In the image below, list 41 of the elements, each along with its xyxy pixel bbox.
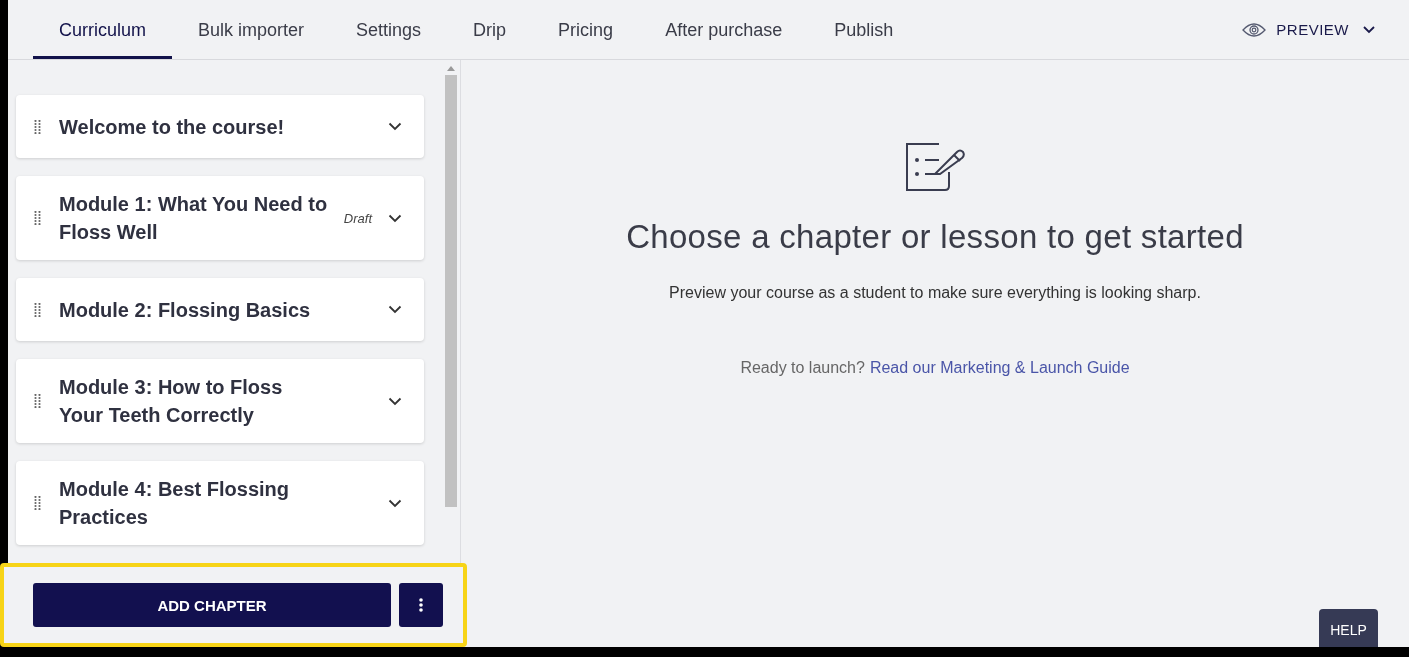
- launch-guide-link[interactable]: Read our Marketing & Launch Guide: [869, 359, 1130, 377]
- chapter-card[interactable]: Module 1: What You Need to Floss Well Draft: [16, 176, 424, 260]
- chapter-card[interactable]: Module 4: Best Flossing Practices: [16, 461, 424, 545]
- help-button[interactable]: HELP: [1319, 609, 1378, 647]
- tab[interactable]: Pricing: [532, 0, 640, 59]
- tab[interactable]: Bulk importer: [172, 0, 331, 59]
- more-vertical-icon: [419, 598, 423, 612]
- add-chapter-button[interactable]: ADD CHAPTER: [33, 583, 391, 627]
- status-label: Draft: [343, 210, 372, 226]
- chapter-card[interactable]: Module 2: Flossing Basics: [16, 278, 424, 341]
- tab[interactable]: Curriculum: [33, 0, 172, 59]
- caret-icon: [1363, 25, 1375, 34]
- tab[interactable]: Drip: [447, 0, 533, 59]
- empty-state-heading: Choose a chapter or lesson to get started: [626, 218, 1244, 256]
- chapter-card[interactable]: Module 3: How to Floss Your Teeth Correctly: [16, 359, 424, 443]
- chevron-down-icon[interactable]: [388, 396, 402, 406]
- drag-handle-icon: [34, 394, 41, 408]
- empty-state-description: Preview your course as a student to make sure everything is looking sharp.: [669, 284, 1201, 302]
- chevron-down-icon[interactable]: [388, 498, 402, 508]
- drag-handle-icon: [34, 302, 41, 317]
- chapter-title: Module 2: Flossing Basics: [59, 297, 312, 323]
- drag-handle-icon: [34, 496, 41, 510]
- chapter-title: Module 1: What You Need to Floss Well: [59, 192, 329, 245]
- chapter-title: Module 4: Best Flossing Practices: [59, 477, 291, 530]
- scroll-up-arrow-icon[interactable]: [447, 66, 455, 71]
- tab[interactable]: Publish: [808, 0, 920, 59]
- launch-prompt: Ready to launch?: [740, 359, 865, 377]
- chapter-title: Welcome to the course!: [59, 114, 286, 140]
- drag-handle-icon: [34, 211, 41, 225]
- chevron-down-icon[interactable]: [388, 122, 402, 131]
- tab[interactable]: Settings: [330, 0, 448, 59]
- chevron-down-icon[interactable]: [388, 305, 402, 314]
- chevron-down-icon[interactable]: [388, 213, 402, 223]
- eye-icon: [1242, 21, 1267, 38]
- more-options-button[interactable]: [399, 583, 443, 627]
- drag-handle-icon: [34, 119, 41, 134]
- chapter-title: Module 3: How to Floss Your Teeth Correctly: [59, 375, 284, 428]
- chapter-card[interactable]: Welcome to the course!: [16, 95, 424, 158]
- edit-list-icon: [905, 142, 965, 192]
- preview-button[interactable]: PREVIEW: [1242, 0, 1375, 59]
- tab[interactable]: After purchase: [639, 0, 809, 59]
